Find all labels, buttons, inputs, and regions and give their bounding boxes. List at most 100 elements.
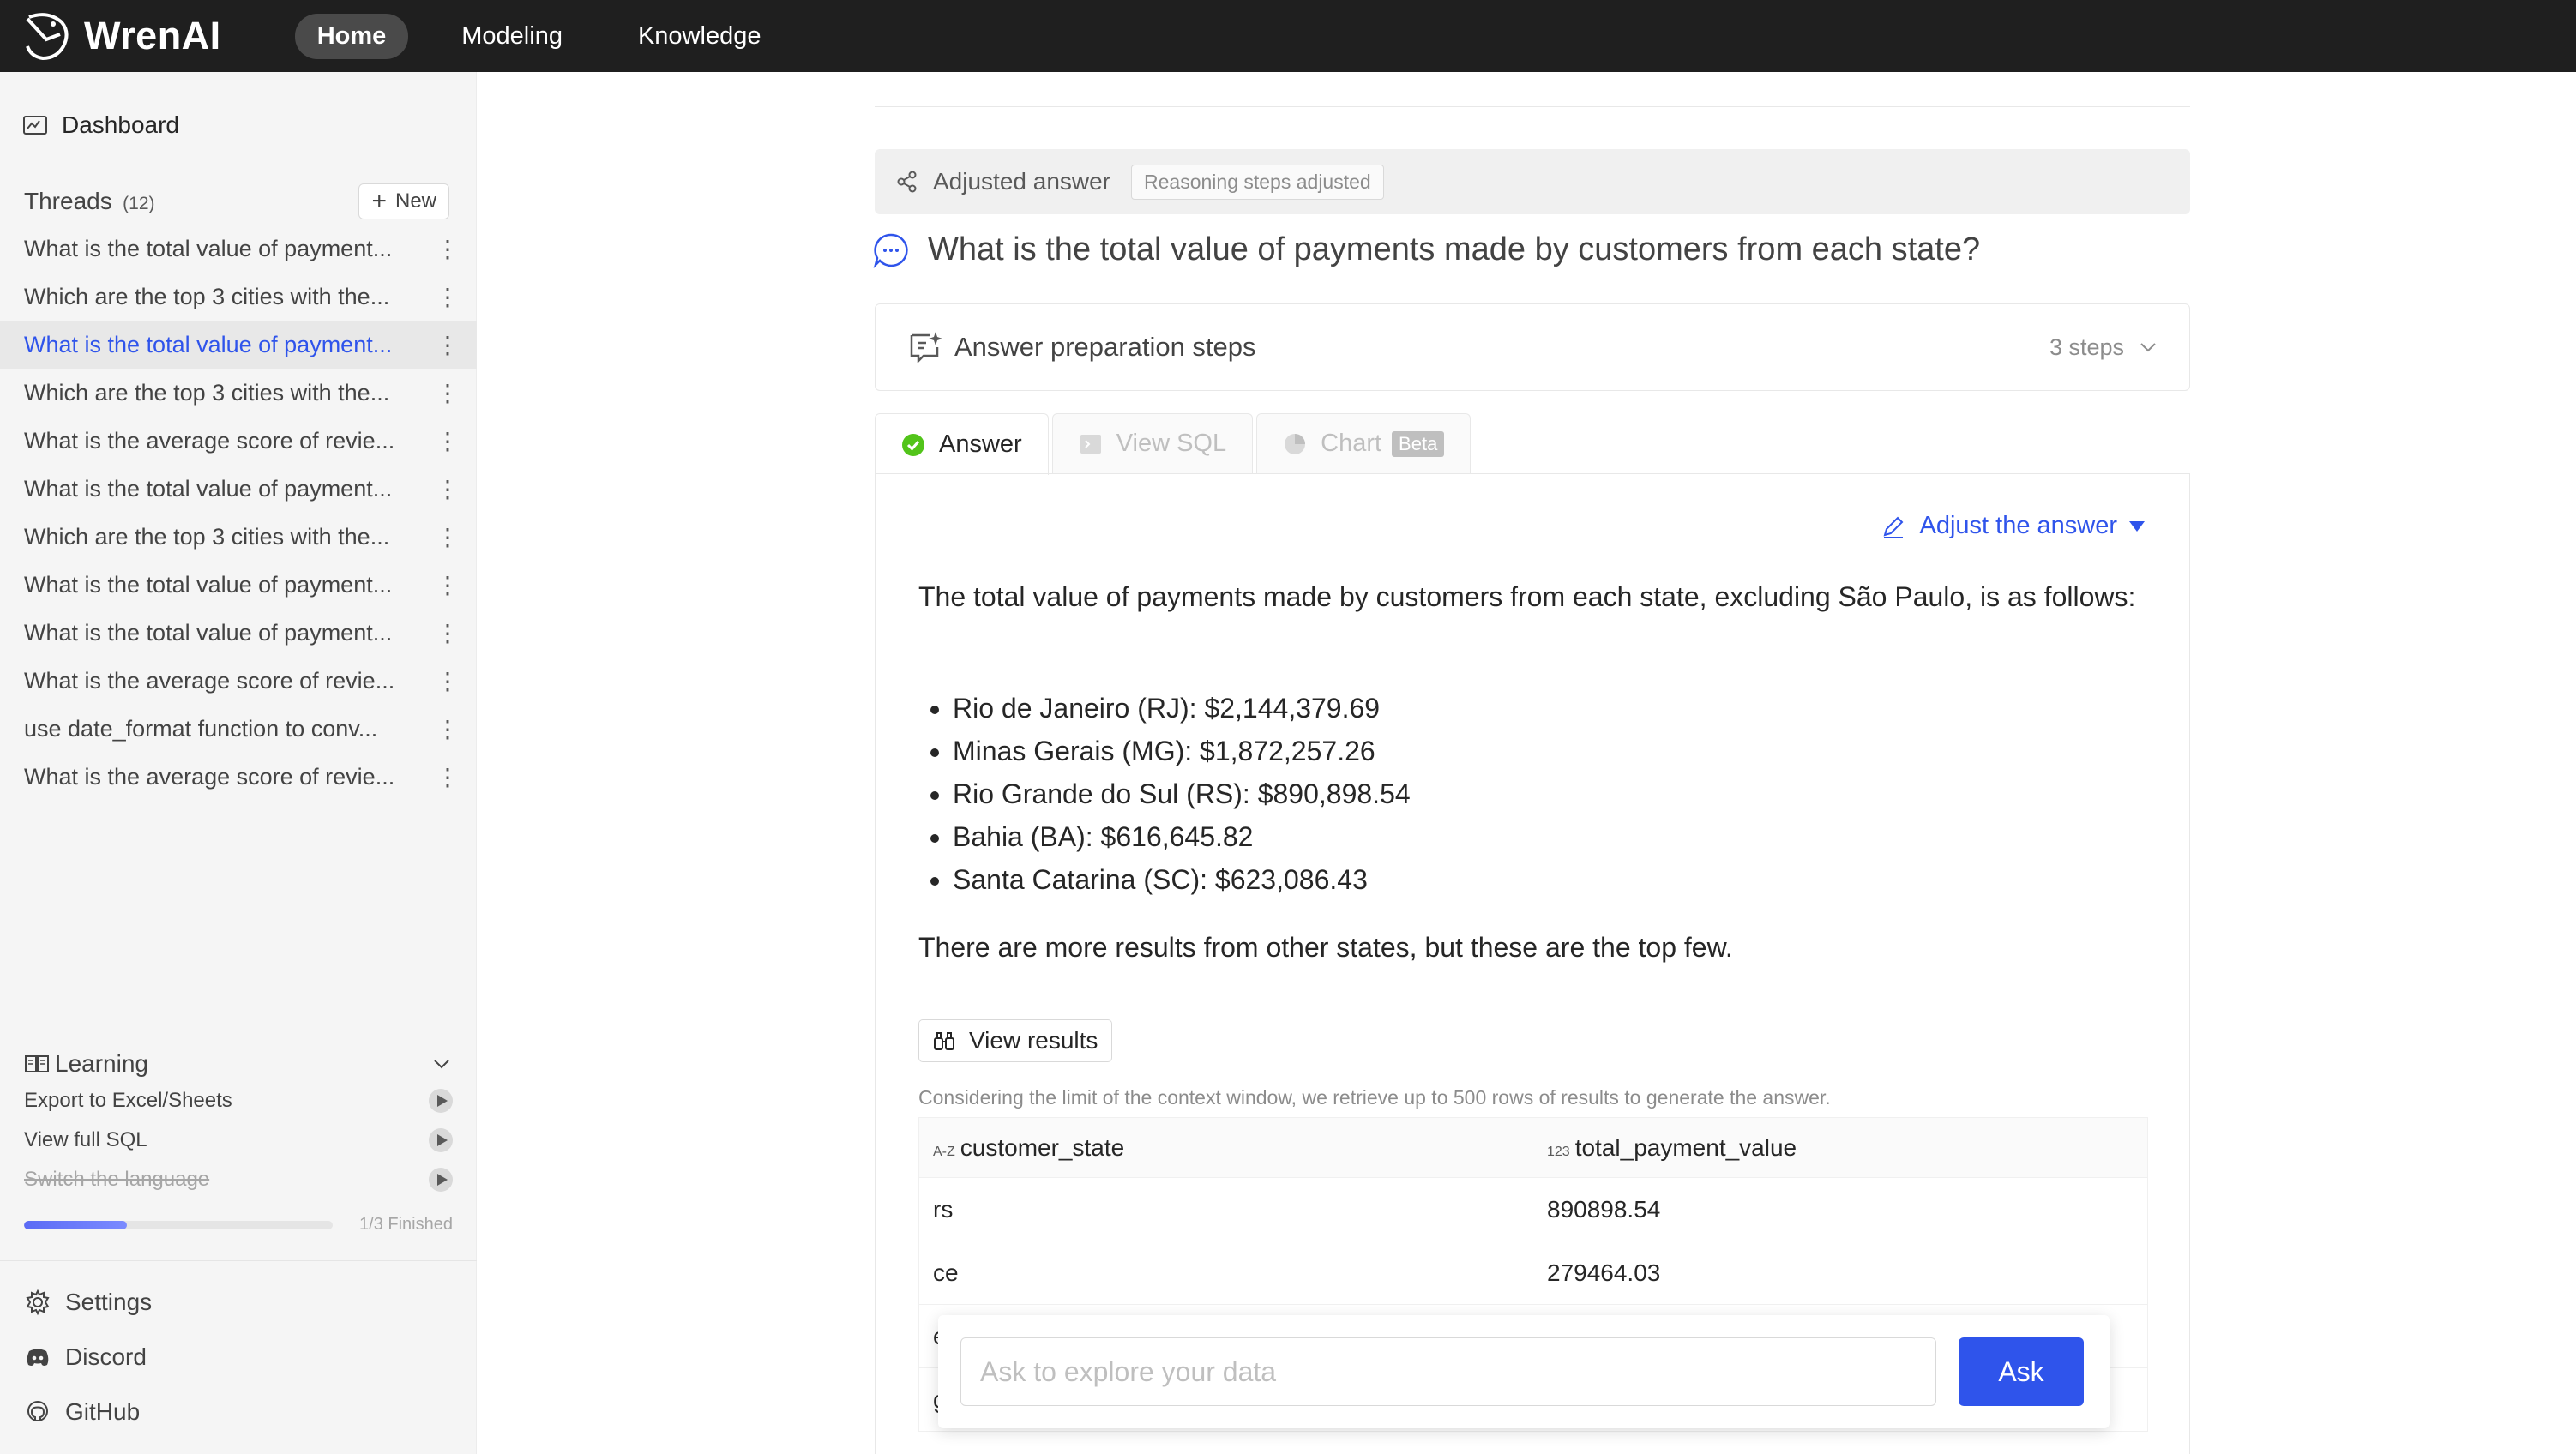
prep-steps-count: 3 steps — [2049, 333, 2124, 360]
answer-list-item: Rio Grande do Sul (RS): $890,898.54 — [953, 772, 1411, 815]
learning-item-export[interactable]: Export to Excel/Sheets — [24, 1081, 453, 1121]
sidebar-thread-item[interactable]: What is the total value of payment... ⋮ — [0, 561, 477, 609]
more-vertical-icon[interactable]: ⋮ — [436, 715, 460, 743]
settings-link[interactable]: Settings — [24, 1275, 453, 1330]
tab-sql-label: View SQL — [1116, 430, 1227, 457]
answer-preparation-steps[interactable]: Answer preparation steps 3 steps — [875, 303, 2190, 391]
discord-label: Discord — [65, 1343, 147, 1370]
main-content: Adjusted answer Reasoning steps adjusted… — [477, 72, 2576, 1454]
github-icon — [27, 1401, 48, 1421]
learning-progress-bar — [24, 1220, 333, 1229]
more-vertical-icon[interactable]: ⋮ — [436, 523, 460, 551]
tab-chart-label: Chart — [1321, 430, 1382, 457]
more-vertical-icon[interactable]: ⋮ — [436, 283, 460, 311]
more-vertical-icon[interactable]: ⋮ — [436, 763, 460, 791]
sidebar-thread-item[interactable]: use date_format function to conv... ⋮ — [0, 705, 477, 753]
table-cell: 890898.54 — [1533, 1177, 2148, 1241]
tab-view-sql[interactable]: View SQL — [1051, 413, 1254, 473]
answer-list-item: Rio de Janeiro (RJ): $2,144,379.69 — [953, 687, 1411, 730]
learning-item-label: View full SQL — [24, 1128, 147, 1151]
chevron-down-icon[interactable] — [430, 1053, 453, 1075]
nav-knowledge[interactable]: Knowledge — [616, 14, 784, 59]
new-thread-button[interactable]: + New — [358, 183, 449, 219]
answer-list-item: Minas Gerais (MG): $1,872,257.26 — [953, 730, 1411, 772]
adjusted-answer-label: Adjusted answer — [933, 168, 1111, 195]
more-vertical-icon[interactable]: ⋮ — [436, 667, 460, 695]
answer-panel: Adjust the answer The total value of pay… — [875, 473, 2190, 1454]
nav-modeling[interactable]: Modeling — [439, 14, 585, 59]
book-icon — [25, 1055, 49, 1072]
sidebar-thread-item[interactable]: What is the total value of payment... ⋮ — [0, 465, 477, 513]
logo-text: WrenAI — [84, 14, 221, 57]
ask-input[interactable] — [960, 1337, 1936, 1406]
sidebar-thread-item[interactable]: What is the average score of revie... ⋮ — [0, 417, 477, 465]
adjust-answer-label: Adjust the answer — [1919, 512, 2117, 539]
plus-icon: + — [371, 187, 387, 215]
play-icon[interactable] — [429, 1089, 453, 1113]
column-header[interactable]: A-Z customer_state — [918, 1117, 1533, 1178]
play-icon[interactable] — [429, 1168, 453, 1192]
number-type-icon: 123 — [1547, 1144, 1570, 1159]
context-window-note: Considering the limit of the context win… — [918, 1086, 1831, 1109]
nav-home[interactable]: Home — [294, 13, 409, 59]
sidebar-thread-item[interactable]: Which are the top 3 cities with the... ⋮ — [0, 369, 477, 417]
share-nodes-icon — [897, 171, 917, 193]
more-vertical-icon[interactable]: ⋮ — [436, 619, 460, 647]
thread-label: What is the total value of payment... — [24, 331, 393, 357]
more-vertical-icon[interactable]: ⋮ — [436, 475, 460, 503]
view-results-button[interactable]: View results — [918, 1019, 1113, 1062]
prep-steps-label: Answer preparation steps — [954, 332, 1256, 362]
discord-link[interactable]: Discord — [24, 1330, 453, 1385]
question-heading: What is the total value of payments made… — [873, 231, 1980, 268]
learning-progress-fill — [24, 1220, 127, 1229]
learning-header[interactable]: Learning — [24, 1047, 453, 1081]
more-vertical-icon[interactable]: ⋮ — [436, 427, 460, 455]
discord-icon — [27, 1349, 49, 1366]
sidebar-thread-item[interactable]: What is the total value of payment... ⋮ — [0, 225, 477, 273]
caret-down-icon — [2129, 520, 2145, 532]
learning-progress-row: 1/3 Finished — [24, 1215, 453, 1235]
sidebar-bottom-links: Settings Discord GitHub — [0, 1260, 477, 1439]
learning-progress-label: 1/3 Finished — [359, 1215, 453, 1234]
tab-answer[interactable]: Answer — [875, 413, 1049, 475]
wren-bird-icon — [26, 13, 69, 61]
github-link[interactable]: GitHub — [24, 1385, 453, 1439]
sidebar-thread-item[interactable]: What is the average score of revie... ⋮ — [0, 657, 477, 705]
learning-title: Learning — [55, 1050, 148, 1077]
sidebar-thread-item[interactable]: What is the total value of payment... ⋮ — [0, 321, 477, 369]
sidebar-thread-item[interactable]: Which are the top 3 cities with the... ⋮ — [0, 273, 477, 321]
learning-item-switch-language[interactable]: Switch the language — [24, 1160, 453, 1199]
chat-bubble-icon — [873, 233, 908, 268]
wrenai-logo[interactable]: WrenAI — [22, 9, 221, 63]
sidebar-thread-item[interactable]: Which are the top 3 cities with the... ⋮ — [0, 513, 477, 561]
sidebar-dashboard[interactable]: Dashboard — [22, 111, 179, 139]
play-icon[interactable] — [429, 1128, 453, 1152]
more-vertical-icon[interactable]: ⋮ — [436, 235, 460, 263]
ask-button[interactable]: Ask — [1959, 1337, 2084, 1406]
more-vertical-icon[interactable]: ⋮ — [436, 331, 460, 359]
tab-chart[interactable]: Chart Beta — [1256, 413, 1472, 473]
threads-count: (12) — [123, 194, 155, 213]
column-header[interactable]: 123 total_payment_value — [1533, 1117, 2148, 1178]
text-type-icon: A-Z — [933, 1144, 955, 1159]
settings-label: Settings — [65, 1289, 153, 1315]
thread-label: What is the total value of payment... — [24, 571, 393, 598]
more-vertical-icon[interactable]: ⋮ — [436, 379, 460, 407]
chevron-down-icon[interactable] — [2138, 337, 2158, 357]
github-label: GitHub — [65, 1398, 141, 1425]
ask-box: Ask — [938, 1315, 2110, 1428]
answer-outro-text: There are more results from other states… — [918, 932, 1733, 963]
table-header-row: A-Z customer_state 123 total_payment_value — [918, 1117, 2148, 1178]
column-name: customer_state — [960, 1133, 1125, 1161]
sidebar-thread-item[interactable]: What is the total value of payment... ⋮ — [0, 609, 477, 657]
adjusted-answer-bar: Adjusted answer Reasoning steps adjusted — [875, 149, 2190, 214]
adjust-answer-dropdown[interactable]: Adjust the answer — [1881, 512, 2145, 540]
threads-title: Threads — [24, 188, 112, 214]
thread-label: What is the average score of revie... — [24, 763, 395, 790]
sidebar-thread-item[interactable]: What is the average score of revie... ⋮ — [0, 753, 477, 801]
column-name: total_payment_value — [1574, 1133, 1797, 1161]
more-vertical-icon[interactable]: ⋮ — [436, 571, 460, 599]
learning-item-view-sql[interactable]: View full SQL — [24, 1121, 453, 1160]
thread-label: What is the total value of payment... — [24, 619, 393, 646]
learning-section: Learning Export to Excel/Sheets View ful… — [0, 1036, 477, 1235]
